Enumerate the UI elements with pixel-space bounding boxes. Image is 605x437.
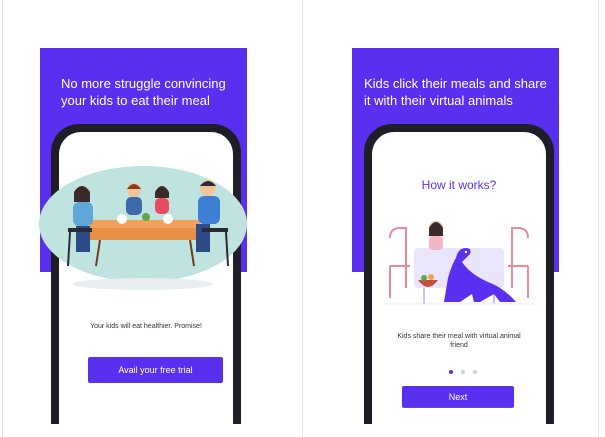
kid-body	[155, 198, 169, 214]
left-divider	[2, 0, 3, 437]
section-title: How it works?	[421, 178, 497, 192]
chair	[68, 228, 92, 232]
phone-frame: How it works? Kids share their meal with…	[364, 124, 554, 424]
person-body	[198, 196, 220, 224]
plate-icon	[117, 214, 127, 224]
family-dinner-illustration	[39, 166, 247, 290]
center-divider	[302, 0, 303, 437]
floor-shadow	[73, 278, 213, 290]
bottom-fade	[372, 406, 546, 424]
headline: Kids click their meals and share it with…	[364, 76, 547, 108]
tablecloth	[90, 228, 200, 240]
free-trial-button[interactable]: Avail your free trial	[88, 357, 223, 383]
page-dot[interactable]	[473, 370, 477, 374]
kid-body	[126, 197, 142, 215]
onboarding-screen-2: Kids click their meals and share it with…	[320, 0, 580, 437]
veggie-icon	[428, 274, 434, 280]
bottom-fade	[59, 384, 233, 424]
person-body	[73, 202, 93, 226]
plate-icon	[163, 214, 173, 224]
headline: No more struggle convincing your kids to…	[61, 76, 226, 108]
chair-right-icon	[511, 227, 529, 288]
chair-left-icon	[389, 227, 407, 288]
next-button[interactable]: Next	[402, 386, 514, 408]
phone-screen: How it works? Kids share their meal with…	[372, 132, 546, 424]
caption: Kids share their meal with virtual anima…	[397, 333, 521, 349]
right-divider	[598, 0, 599, 437]
salad-icon	[142, 213, 150, 221]
girl-body	[429, 236, 443, 250]
girl-dinosaur-illustration	[384, 221, 534, 305]
veggie-icon	[421, 275, 427, 281]
page-dot-active[interactable]	[449, 370, 453, 374]
page-indicator	[449, 370, 477, 374]
dinosaur-eye	[464, 250, 468, 254]
page-dot[interactable]	[461, 370, 465, 374]
chair	[202, 228, 228, 232]
onboarding-screen-1: No more struggle convincing your kids to…	[10, 0, 270, 437]
caption: Your kids will eat healthier. Promise!	[90, 323, 202, 330]
